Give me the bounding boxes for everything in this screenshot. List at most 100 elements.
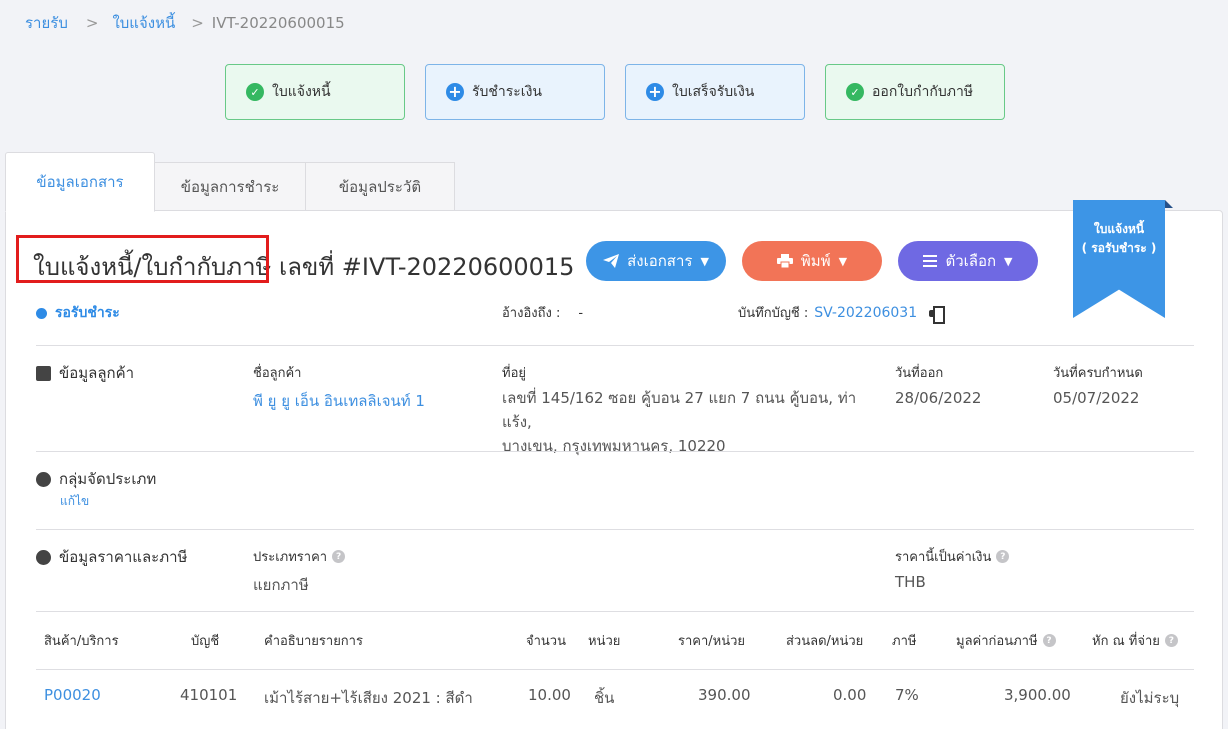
- col-header-product: สินค้า/บริการ: [44, 634, 119, 649]
- help-icon[interactable]: ?: [996, 550, 1010, 563]
- col-header-pretax-text: มูลค่าก่อนภาษี: [956, 634, 1038, 649]
- step-receipt[interactable]: + ใบเสร็จรับเงิน: [625, 64, 805, 120]
- breadcrumb-separator: >: [85, 14, 99, 32]
- divider: [36, 669, 1194, 670]
- reference: อ้างอิงถึง : -: [502, 302, 583, 323]
- ribbon-fold: [1165, 200, 1173, 208]
- reference-value: -: [578, 306, 584, 321]
- due-date-label: วันที่ครบกำหนด: [1053, 366, 1143, 381]
- cell-unit-price: 390.00: [698, 686, 751, 704]
- chevron-down-icon: ▼: [700, 254, 709, 268]
- menu-icon: [923, 255, 938, 267]
- col-header-pretax: มูลค่าก่อนภาษี ?: [956, 630, 1056, 651]
- divider: [36, 611, 1194, 612]
- pie-chart-icon: [36, 471, 51, 487]
- currency-label: ราคานี้เป็นค่าเงิน ?: [895, 546, 1010, 567]
- tab-document-info[interactable]: ข้อมูลเอกสาร: [5, 152, 155, 212]
- customer-name-label: ชื่อลูกค้า: [253, 366, 302, 381]
- cell-description: เม้าไร้สาย+ไร้เสียง 2021 : สีดำ: [264, 689, 473, 707]
- address-line-1: เลขที่ 145/162 ซอย คู้บอน 27 แยก 7 ถนน ค…: [502, 389, 857, 431]
- category-section-title: กลุ่มจัดประเภท: [36, 467, 156, 491]
- print-label: พิมพ์: [800, 252, 831, 270]
- check-circle-icon: ✓: [246, 83, 264, 101]
- step-invoice[interactable]: ✓ ใบแจ้งหนี้: [225, 64, 405, 120]
- currency-value: THB: [895, 573, 926, 591]
- cell-product-code[interactable]: P00020: [44, 686, 101, 704]
- tab-history-info[interactable]: ข้อมูลประวัติ: [305, 162, 455, 211]
- step-label: ออกใบกำกับภาษี: [872, 84, 974, 100]
- options-label: ตัวเลือก: [945, 252, 997, 270]
- col-header-account: บัญชี: [191, 634, 220, 649]
- tab-payment-info[interactable]: ข้อมูลการชำระ: [154, 162, 306, 211]
- divider: [36, 529, 1194, 530]
- step-tax-invoice[interactable]: ✓ ออกใบกำกับภาษี: [825, 64, 1005, 120]
- cell-discount: 0.00: [833, 686, 867, 704]
- section-label: กลุ่มจัดประเภท: [59, 470, 157, 488]
- cell-quantity: 10.00: [528, 686, 571, 704]
- help-icon[interactable]: ?: [332, 550, 346, 563]
- issue-date-label: วันที่ออก: [895, 366, 944, 381]
- divider: [36, 345, 1194, 346]
- account-record: บันทึกบัญชี : SV-202206031: [738, 302, 946, 324]
- status-text: รอรับชำระ: [55, 305, 120, 321]
- price-type-label-text: ประเภทราคา: [253, 550, 328, 565]
- address-label: ที่อยู่: [502, 366, 526, 381]
- col-header-description: คำอธิบายรายการ: [264, 634, 363, 649]
- step-label: รับชำระเงิน: [472, 84, 542, 100]
- ribbon-status: ( รอรับชำระ ): [1081, 240, 1157, 255]
- cell-tax: 7%: [895, 686, 919, 704]
- address-line-2: บางเขน, กรุงเทพมหานคร, 10220: [502, 437, 726, 455]
- cell-account: 410101: [180, 686, 238, 704]
- customer-address: เลขที่ 145/162 ซอย คู้บอน 27 แยก 7 ถนน ค…: [502, 386, 882, 458]
- price-type-label: ประเภทราคา ?: [253, 546, 346, 567]
- record-label: บันทึกบัญชี :: [738, 306, 809, 321]
- help-icon[interactable]: ?: [1042, 634, 1056, 647]
- chevron-down-icon: ▼: [838, 254, 848, 268]
- help-icon[interactable]: ?: [1164, 634, 1178, 647]
- plus-circle-icon: +: [646, 83, 664, 101]
- col-header-unit: หน่วย: [588, 634, 621, 649]
- breadcrumb-invoice[interactable]: ใบแจ้งหนี้: [112, 14, 175, 32]
- divider: [36, 451, 1194, 452]
- check-circle-icon: ✓: [846, 83, 864, 101]
- plus-circle-icon: +: [446, 83, 464, 101]
- printer-icon: [776, 254, 793, 268]
- document-number: เลขที่ #IVT-20220600015: [279, 253, 575, 281]
- breadcrumb-current: IVT-20220600015: [211, 14, 345, 32]
- building-icon: [36, 365, 51, 381]
- send-document-button[interactable]: ส่งเอกสาร ▼: [586, 241, 726, 281]
- issue-date: 28/06/2022: [895, 389, 982, 407]
- col-header-quantity: จำนวน: [526, 634, 566, 649]
- document-panel: [5, 210, 1223, 729]
- section-label: ข้อมูลลูกค้า: [59, 364, 135, 382]
- step-label: ใบเสร็จรับเงิน: [672, 84, 755, 100]
- edit-category-link[interactable]: แก้ไข: [60, 492, 89, 511]
- status-dot-icon: [36, 307, 47, 319]
- currency-label-text: ราคานี้เป็นค่าเงิน: [895, 550, 992, 565]
- chevron-down-icon: ▼: [1004, 254, 1013, 268]
- customer-section-title: ข้อมูลลูกค้า: [36, 361, 134, 385]
- send-label: ส่งเอกสาร: [627, 252, 693, 270]
- breadcrumb: รายรับ > ใบแจ้งหนี้ > IVT-20220600015: [25, 11, 345, 35]
- col-header-unit-price: ราคา/หน่วย: [678, 634, 746, 649]
- record-link[interactable]: SV-202206031: [814, 305, 917, 321]
- pricing-section-title: ข้อมูลราคาและภาษี: [36, 545, 187, 569]
- send-icon: [603, 254, 620, 268]
- breadcrumb-income[interactable]: รายรับ: [25, 14, 68, 32]
- print-button[interactable]: พิมพ์ ▼: [742, 241, 882, 281]
- step-receive-payment[interactable]: + รับชำระเงิน: [425, 64, 605, 120]
- printer-icon[interactable]: [929, 305, 946, 324]
- section-label: ข้อมูลราคาและภาษี: [59, 548, 188, 566]
- col-header-withholding: หัก ณ ที่จ่าย ?: [1092, 630, 1178, 651]
- breadcrumb-separator: >: [191, 14, 204, 32]
- col-header-withholding-text: หัก ณ ที่จ่าย: [1092, 634, 1160, 649]
- status-badge: รอรับชำระ: [36, 302, 120, 324]
- options-button[interactable]: ตัวเลือก ▼: [898, 241, 1038, 281]
- customer-name[interactable]: พี ยู ยู เอ็น อินเทลลิเจนท์ 1: [253, 389, 425, 413]
- ribbon-title: ใบแจ้งหนี้: [1093, 222, 1145, 236]
- highlight-box: [16, 235, 269, 283]
- price-type-value: แยกภาษี: [253, 576, 309, 594]
- step-label: ใบแจ้งหนี้: [272, 84, 331, 100]
- percent-icon: [36, 549, 51, 565]
- cell-withholding: ยังไม่ระบุ: [1120, 689, 1180, 707]
